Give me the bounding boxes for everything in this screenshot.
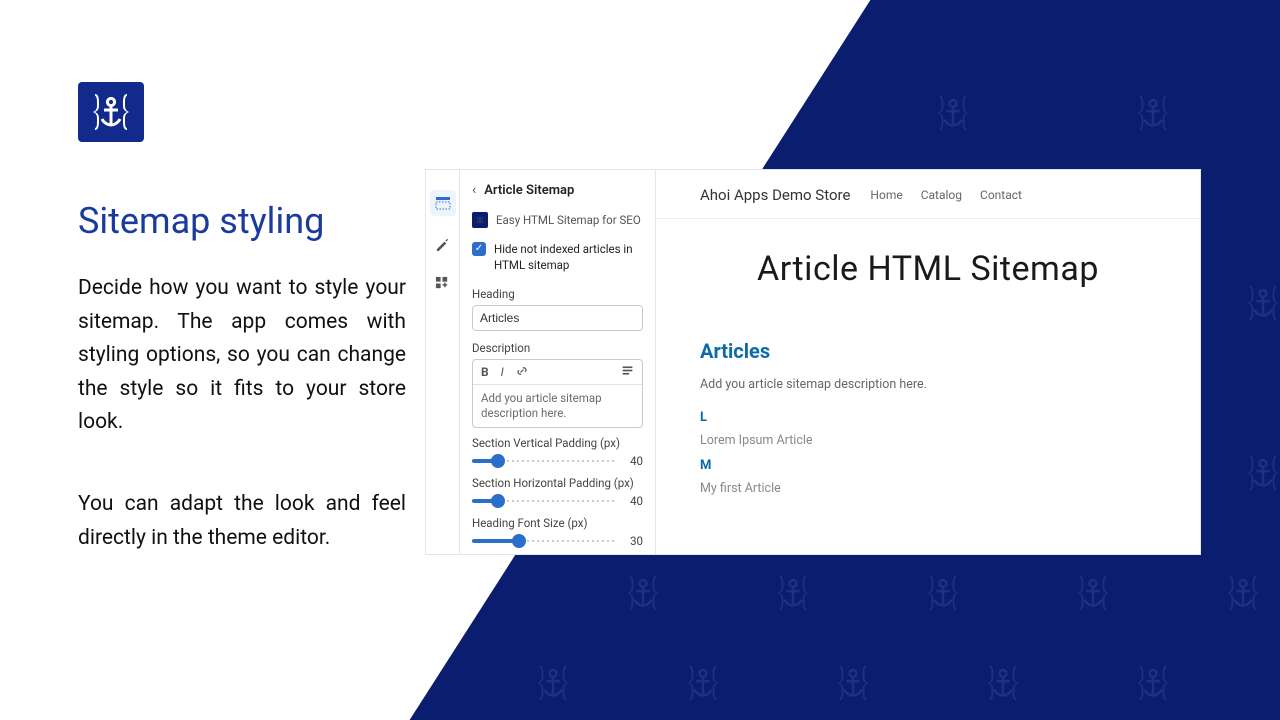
app-icon	[472, 212, 488, 228]
app-name: Easy HTML Sitemap for SEO	[496, 213, 641, 227]
marketing-para-2: You can adapt the look and feel directly…	[78, 488, 406, 555]
article-link[interactable]: Lorem Ipsum Article	[700, 433, 1156, 448]
marketing-heading: Sitemap styling	[78, 200, 406, 242]
description-field-label: Description	[472, 341, 643, 355]
hide-not-indexed-label: Hide not indexed articles in HTML sitema…	[494, 242, 643, 273]
back-button[interactable]: ‹	[472, 182, 476, 198]
settings-panel: ‹ Article Sitemap Easy HTML Sitemap for …	[460, 170, 656, 554]
link-icon[interactable]	[516, 365, 528, 380]
bold-icon[interactable]: B	[481, 365, 489, 379]
store-nav-link[interactable]: Home	[870, 188, 902, 202]
app-identifier-row[interactable]: Easy HTML Sitemap for SEO	[472, 208, 643, 238]
slider-track[interactable]	[472, 534, 615, 548]
description-textarea[interactable]: Add you article sitemap description here…	[473, 385, 642, 427]
app-logo	[78, 82, 144, 142]
marketing-para-1: Decide how you want to style your sitema…	[78, 272, 406, 440]
slider-row: Heading Font Size (px) 30	[472, 516, 643, 548]
hide-not-indexed-checkbox[interactable]: ✓	[472, 242, 486, 256]
slider-label: Heading Font Size (px)	[472, 516, 643, 530]
store-nav: Home Catalog Contact	[870, 188, 1022, 202]
store-header: Ahoi Apps Demo Store Home Catalog Contact	[656, 170, 1200, 219]
slider-row: Section Horizontal Padding (px) 40	[472, 476, 643, 508]
preview-section-desc: Add you article sitemap description here…	[700, 377, 1156, 392]
article-link[interactable]: My first Article	[700, 481, 1156, 496]
preview-section-heading: Articles	[700, 339, 1156, 363]
heading-input[interactable]	[472, 305, 643, 331]
rail-app-embeds-icon[interactable]	[430, 270, 456, 296]
description-editor[interactable]: B I Add you article sitemap description …	[472, 359, 643, 428]
rail-theme-settings-icon[interactable]	[430, 230, 456, 256]
marketing-copy: Sitemap styling Decide how you want to s…	[78, 200, 406, 603]
store-nav-link[interactable]: Catalog	[921, 188, 962, 202]
rail-sections-icon[interactable]	[430, 190, 456, 216]
slider-value: 40	[623, 494, 643, 508]
alpha-group-letter: M	[700, 458, 1156, 473]
store-preview: Ahoi Apps Demo Store HomeCatalogContact …	[656, 170, 1200, 554]
store-nav-link[interactable]: Contact	[980, 188, 1022, 202]
slider-value: 40	[623, 454, 643, 468]
editor-left-rail	[426, 170, 460, 554]
rte-more-icon[interactable]	[621, 364, 634, 380]
slider-value: 30	[623, 534, 643, 548]
alpha-group-letter: L	[700, 410, 1156, 425]
store-name: Ahoi Apps Demo Store	[700, 186, 850, 204]
slider-track[interactable]	[472, 454, 615, 468]
slider-label: Section Vertical Padding (px)	[472, 436, 643, 450]
slider-track[interactable]	[472, 494, 615, 508]
slider-row: Section Vertical Padding (px) 40	[472, 436, 643, 468]
slider-label: Section Horizontal Padding (px)	[472, 476, 643, 490]
italic-icon[interactable]: I	[501, 365, 504, 379]
panel-title: Article Sitemap	[484, 183, 574, 198]
heading-field-label: Heading	[472, 287, 643, 301]
theme-editor-screenshot: ‹ Article Sitemap Easy HTML Sitemap for …	[426, 170, 1200, 554]
preview-page-title: Article HTML Sitemap	[700, 249, 1156, 289]
